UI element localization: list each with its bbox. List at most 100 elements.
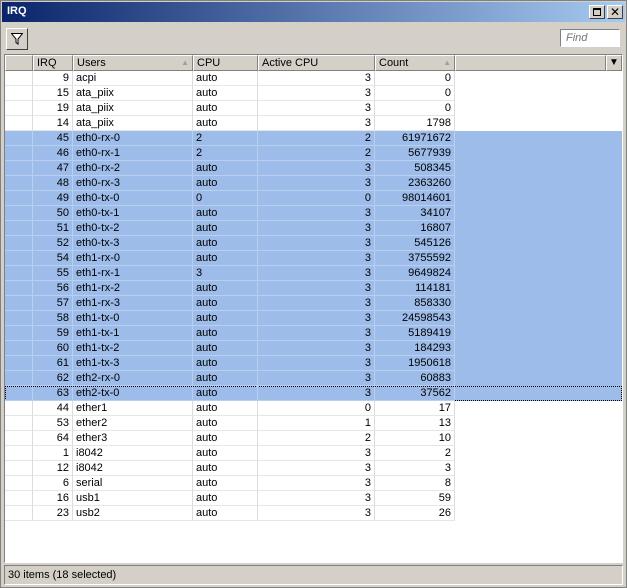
- table-row[interactable]: 44 ether1 auto 0 17: [5, 401, 622, 416]
- irq-cell: 59: [33, 326, 73, 341]
- column-header-active-cpu[interactable]: Active CPU: [258, 55, 375, 71]
- table-row[interactable]: 52 eth0-tx-3 auto 3 545126: [5, 236, 622, 251]
- find-input[interactable]: [560, 29, 620, 47]
- active-cpu-cell: 3: [258, 101, 375, 116]
- irq-cell: 45: [33, 131, 73, 146]
- table-row[interactable]: 15 ata_piix auto 3 0: [5, 86, 622, 101]
- table-row[interactable]: 51 eth0-tx-2 auto 3 16807: [5, 221, 622, 236]
- users-cell: eth1-tx-2: [73, 341, 193, 356]
- column-header-irq[interactable]: IRQ: [33, 55, 73, 71]
- title-bar[interactable]: IRQ ✕: [2, 2, 625, 22]
- table-row[interactable]: 53 ether2 auto 1 13: [5, 416, 622, 431]
- table-row[interactable]: 23 usb2 auto 3 26: [5, 506, 622, 521]
- active-cpu-cell: 3: [258, 176, 375, 191]
- users-cell: i8042: [73, 461, 193, 476]
- table-row[interactable]: 63 eth2-tx-0 auto 3 37562: [5, 386, 622, 401]
- table-row[interactable]: 55 eth1-rx-1 3 3 9649824: [5, 266, 622, 281]
- table-row[interactable]: 50 eth0-tx-1 auto 3 34107: [5, 206, 622, 221]
- count-cell: 114181: [375, 281, 455, 296]
- table-row[interactable]: 14 ata_piix auto 3 1798: [5, 116, 622, 131]
- count-cell: 34107: [375, 206, 455, 221]
- table-row[interactable]: 1 i8042 auto 3 2: [5, 446, 622, 461]
- active-cpu-cell: 3: [258, 506, 375, 521]
- irq-cell: 16: [33, 491, 73, 506]
- active-cpu-cell: 3: [258, 221, 375, 236]
- column-header-users[interactable]: Users ▲: [73, 55, 193, 71]
- table-row[interactable]: 64 ether3 auto 2 10: [5, 431, 622, 446]
- irq-cell: 53: [33, 416, 73, 431]
- table-row[interactable]: 9 acpi auto 3 0: [5, 71, 622, 86]
- column-header-users-label: Users: [77, 57, 106, 69]
- cpu-cell: auto: [193, 401, 258, 416]
- irq-cell: 60: [33, 341, 73, 356]
- cpu-cell: auto: [193, 416, 258, 431]
- row-flag-cell: [5, 101, 33, 116]
- row-flag-cell: [5, 461, 33, 476]
- table-row[interactable]: 16 usb1 auto 3 59: [5, 491, 622, 506]
- users-cell: usb2: [73, 506, 193, 521]
- users-cell: ata_piix: [73, 116, 193, 131]
- table-row[interactable]: 57 eth1-rx-3 auto 3 858330: [5, 296, 622, 311]
- cpu-cell: auto: [193, 491, 258, 506]
- users-cell: eth0-rx-3: [73, 176, 193, 191]
- users-cell: i8042: [73, 446, 193, 461]
- cpu-cell: auto: [193, 386, 258, 401]
- column-header-count[interactable]: Count ▲: [375, 55, 455, 71]
- chevron-down-icon: ▼: [609, 57, 619, 68]
- table-row[interactable]: 61 eth1-tx-3 auto 3 1950618: [5, 356, 622, 371]
- row-flag-cell: [5, 146, 33, 161]
- count-cell: 2: [375, 446, 455, 461]
- cpu-cell: auto: [193, 461, 258, 476]
- table-row[interactable]: 54 eth1-rx-0 auto 3 3755592: [5, 251, 622, 266]
- table-row[interactable]: 62 eth2-rx-0 auto 3 60883: [5, 371, 622, 386]
- table-row[interactable]: 47 eth0-rx-2 auto 3 508345: [5, 161, 622, 176]
- row-flag-cell: [5, 491, 33, 506]
- table-header: IRQ Users ▲ CPU Active CPU Count ▲ ▼: [5, 55, 622, 71]
- active-cpu-cell: 2: [258, 431, 375, 446]
- cpu-cell: auto: [193, 71, 258, 86]
- filter-button[interactable]: [6, 28, 28, 50]
- close-button[interactable]: ✕: [607, 5, 623, 19]
- count-cell: 24598543: [375, 311, 455, 326]
- row-flag-cell: [5, 401, 33, 416]
- table-row[interactable]: 59 eth1-tx-1 auto 3 5189419: [5, 326, 622, 341]
- count-cell: 5189419: [375, 326, 455, 341]
- filter-icon: [11, 33, 23, 45]
- users-cell: eth0-tx-3: [73, 236, 193, 251]
- row-flag-cell: [5, 251, 33, 266]
- count-cell: 60883: [375, 371, 455, 386]
- users-cell: serial: [73, 476, 193, 491]
- column-header-cpu[interactable]: CPU: [193, 55, 258, 71]
- column-header-blank[interactable]: [5, 55, 33, 71]
- irq-cell: 52: [33, 236, 73, 251]
- row-flag-cell: [5, 86, 33, 101]
- count-cell: 9649824: [375, 266, 455, 281]
- count-cell: 2363260: [375, 176, 455, 191]
- table-body: 9 acpi auto 3 0 15 ata_piix auto 3 0 19 ata_piix aut…: [5, 71, 622, 521]
- maximize-button[interactable]: [589, 5, 605, 19]
- users-cell: eth0-rx-0: [73, 131, 193, 146]
- column-chooser-button[interactable]: ▼: [606, 55, 622, 71]
- table-row[interactable]: 45 eth0-rx-0 2 2 61971672: [5, 131, 622, 146]
- active-cpu-cell: 3: [258, 266, 375, 281]
- cpu-cell: auto: [193, 296, 258, 311]
- table-row[interactable]: 49 eth0-tx-0 0 0 98014601: [5, 191, 622, 206]
- count-cell: 1950618: [375, 356, 455, 371]
- table-row[interactable]: 48 eth0-rx-3 auto 3 2363260: [5, 176, 622, 191]
- table-row[interactable]: 6 serial auto 3 8: [5, 476, 622, 491]
- toolbar: [2, 25, 625, 53]
- active-cpu-cell: 3: [258, 86, 375, 101]
- count-cell: 508345: [375, 161, 455, 176]
- irq-cell: 57: [33, 296, 73, 311]
- cpu-cell: 2: [193, 131, 258, 146]
- table-row[interactable]: 12 i8042 auto 3 3: [5, 461, 622, 476]
- table-row[interactable]: 19 ata_piix auto 3 0: [5, 101, 622, 116]
- cpu-cell: auto: [193, 176, 258, 191]
- table-row[interactable]: 60 eth1-tx-2 auto 3 184293: [5, 341, 622, 356]
- table-row[interactable]: 56 eth1-rx-2 auto 3 114181: [5, 281, 622, 296]
- users-cell: eth1-rx-3: [73, 296, 193, 311]
- table-row[interactable]: 58 eth1-tx-0 auto 3 24598543: [5, 311, 622, 326]
- users-cell: eth0-rx-1: [73, 146, 193, 161]
- table-row[interactable]: 46 eth0-rx-1 2 2 5677939: [5, 146, 622, 161]
- count-cell: 1798: [375, 116, 455, 131]
